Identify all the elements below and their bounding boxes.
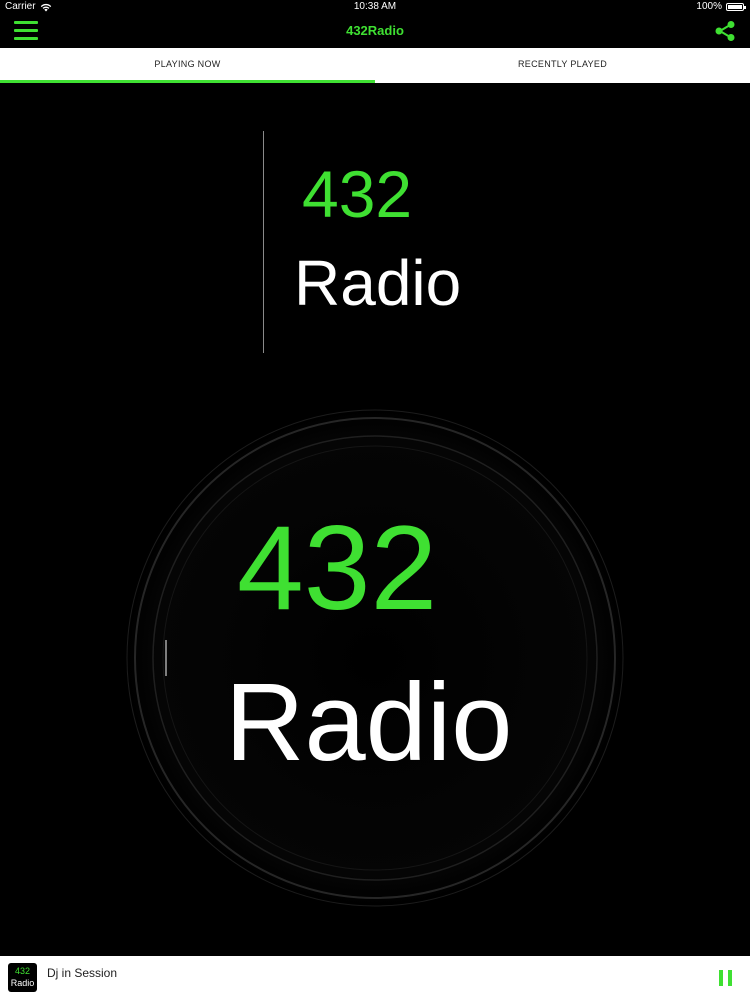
app-title: 432Radio	[346, 23, 404, 38]
thumb-word: Radio	[10, 978, 35, 988]
battery-icon	[726, 3, 746, 11]
album-art-disc: 432 Radio	[125, 408, 625, 908]
track-title: Dj in Session	[47, 966, 118, 980]
thumb-number: 432	[14, 966, 31, 976]
tab-recently-played[interactable]: RECENTLY PLAYED	[375, 48, 750, 83]
disc-logo-word: Radio	[225, 661, 513, 784]
mini-player[interactable]: 432 Radio Dj in Session	[0, 956, 750, 1000]
battery-percent: 100%	[696, 1, 722, 12]
logo-word: Radio	[294, 247, 462, 319]
status-time: 10:38 AM	[353, 1, 397, 12]
player-thumbnail: 432 Radio	[8, 963, 37, 992]
nav-bar: 432Radio	[0, 14, 750, 48]
app-screen: Carrier 10:38 AM 100% 432Radio PLAYING N…	[0, 0, 750, 1000]
tab-playing-now[interactable]: PLAYING NOW	[0, 48, 375, 83]
tab-bar: PLAYING NOW RECENTLY PLAYED	[0, 48, 750, 83]
battery-fill	[728, 5, 742, 9]
status-right: 100%	[696, 0, 746, 14]
logo-number: 432	[302, 157, 413, 231]
station-logo: 432 Radio	[263, 131, 464, 353]
share-icon[interactable]	[714, 20, 736, 42]
status-bar: Carrier 10:38 AM 100%	[0, 0, 750, 14]
disc-logo-number: 432	[237, 501, 438, 635]
disc-rings	[126, 409, 624, 907]
now-playing-panel: 432 Radio 432 Radio	[0, 83, 750, 956]
pause-icon[interactable]	[719, 970, 733, 986]
